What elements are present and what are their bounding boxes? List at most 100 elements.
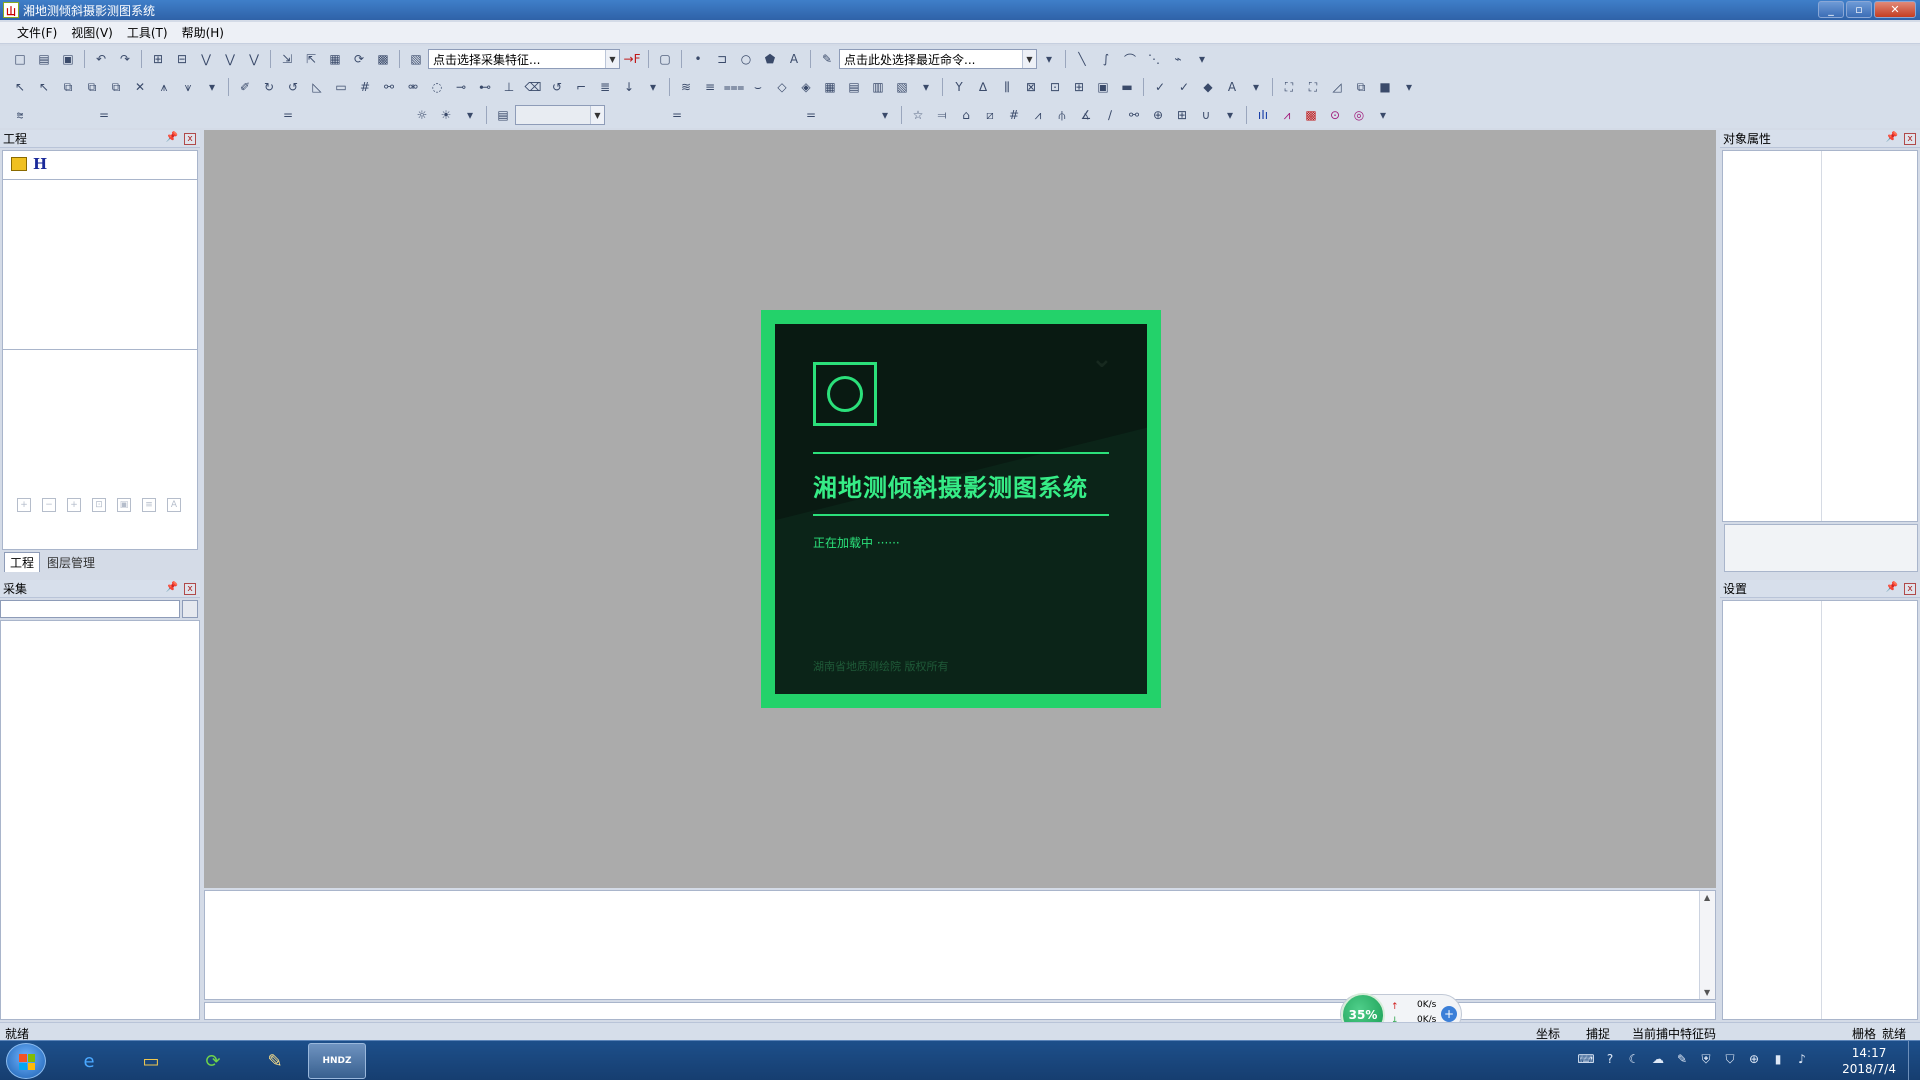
link-icon[interactable]: ⚯ [380,78,398,96]
circle-dot-icon[interactable]: ◌ [428,78,446,96]
point-icon[interactable]: • [689,50,707,68]
minimize-button[interactable]: _ [1818,1,1844,18]
bulb-off-icon[interactable]: ☀ [437,106,455,124]
quad-grid-icon[interactable]: ⊞ [1173,106,1191,124]
slash-icon[interactable]: ∕ [1101,106,1119,124]
chevron-down-icon[interactable]: ▼ [1022,50,1036,68]
tab-project[interactable]: 工程 [4,552,41,572]
unlink-icon[interactable]: ⚮ [404,78,422,96]
bar-chart-icon[interactable]: ▥ [869,78,887,96]
delta-icon[interactable]: ∆ [974,78,992,96]
rotate-icon[interactable]: ↻ [260,78,278,96]
apply-feature-icon[interactable]: →F [623,50,641,68]
diamond-icon[interactable]: ◇ [773,78,791,96]
tab-layer-manager[interactable]: 图层管理 [42,552,100,572]
select-arrow-icon[interactable]: ↖ [11,78,29,96]
dotted-line-icon[interactable]: ⋱ [1145,50,1163,68]
fill-icon[interactable]: ◆ [1199,78,1217,96]
redo-icon[interactable]: ↷ [116,50,134,68]
feature-select-icon[interactable]: ▧ [407,50,425,68]
equals-icon[interactable]: = [668,106,686,124]
chevron-down-icon[interactable]: ▼ [590,106,604,124]
close-icon[interactable]: x [184,583,196,595]
undo-icon[interactable]: ↶ [92,50,110,68]
taskbar-hndz-app[interactable]: HNDZ [308,1043,366,1079]
close-button[interactable]: ✕ [1874,1,1916,18]
text-node-icon[interactable]: A [167,498,181,512]
globe-icon[interactable]: ⊕ [1149,106,1167,124]
maximize-button[interactable]: ▫ [1846,1,1872,18]
chart-trend-icon[interactable]: ⩘ [1278,106,1296,124]
vertex-edit-icon[interactable]: ⋁ [221,50,239,68]
screen-icon[interactable]: ▩ [374,50,392,68]
arc-icon[interactable]: ⌒ [1121,50,1139,68]
help-icon[interactable]: ? [1602,1051,1618,1067]
split-icon[interactable]: ⊸ [452,78,470,96]
check-line-icon[interactable]: ✓ [1151,78,1169,96]
equals-icon[interactable]: = [802,106,820,124]
vertex-icon[interactable]: ⋁ [197,50,215,68]
dropdown-icon[interactable]: ▾ [1247,78,1265,96]
dropdown-icon[interactable]: ▾ [203,78,221,96]
system-clock[interactable]: 14:17 2018/7/4 [1842,1045,1896,1077]
text-icon[interactable]: A [785,50,803,68]
frame-icon[interactable]: ▭ [332,78,350,96]
pin-icon[interactable]: 📌 [1886,132,1898,143]
circle-icon[interactable]: ○ [737,50,755,68]
fill-black-icon[interactable]: ■ [1376,78,1394,96]
dropdown-icon[interactable]: ▾ [1193,50,1211,68]
grid-icon[interactable]: ▦ [821,78,839,96]
add-node-icon[interactable]: + [17,498,31,512]
scroll-up-icon[interactable]: ▲ [1704,893,1710,902]
shield-icon[interactable]: ⛉ [1722,1051,1738,1067]
props-icon[interactable]: ▣ [117,498,131,512]
zoom-extent-icon[interactable]: ⛶ [1280,78,1298,96]
shield-red-icon[interactable]: ⛨ [1698,1051,1714,1067]
wave-icon[interactable]: ≋ [677,78,695,96]
arrow-down-icon[interactable]: ↓ [620,78,638,96]
dropdown-icon[interactable]: ▾ [461,106,479,124]
eraser-icon[interactable]: ⌫ [524,78,542,96]
chevron-down-icon[interactable]: ▼ [605,50,619,68]
refresh-icon[interactable]: ⟳ [350,50,368,68]
diamond-split-icon[interactable]: ◈ [797,78,815,96]
check-curve-icon[interactable]: ✓ [1175,78,1193,96]
contour-icon[interactable]: ⌣ [749,78,767,96]
close-icon[interactable]: x [1904,133,1916,145]
loop-icon[interactable]: ↺ [548,78,566,96]
hash-icon[interactable]: # [356,78,374,96]
command-output[interactable]: ▲ ▼ [204,890,1716,1000]
triangle-icon[interactable]: ◺ [308,78,326,96]
select-node-icon[interactable]: ↖ [35,78,53,96]
close-icon[interactable]: x [1904,583,1916,595]
dropdown-icon[interactable]: ▾ [876,106,894,124]
pin-icon[interactable]: 📌 [166,582,178,593]
u-shape-icon[interactable]: ∪ [1197,106,1215,124]
rotate-ccw-icon[interactable]: ↺ [284,78,302,96]
layout-icon[interactable]: ▧ [893,78,911,96]
text-angle-icon[interactable]: ∡ [1077,106,1095,124]
copy-icon[interactable]: ⧉ [59,78,77,96]
zoom-window-icon[interactable]: ⛶ [1304,78,1322,96]
collect-search-button[interactable] [182,600,198,618]
mirror-icon[interactable]: ⩚ [155,78,173,96]
dropdown-icon[interactable]: ▾ [917,78,935,96]
curve-icon[interactable]: ∫ [1097,50,1115,68]
window-copy-icon[interactable]: ⧉ [1352,78,1370,96]
expand-icon[interactable]: + [67,498,81,512]
pin-icon[interactable]: 📌 [166,132,178,143]
duplicate-icon[interactable]: ⧉ [107,78,125,96]
slope-icon[interactable]: ⩘ [1029,106,1047,124]
hash-icon[interactable]: # [1005,106,1023,124]
image-icon[interactable]: ▦ [326,50,344,68]
offset-icon[interactable]: ⩶ [724,78,745,96]
moon-icon[interactable]: ☾ [1626,1051,1642,1067]
crosshair-grid-icon[interactable]: ⊞ [1070,78,1088,96]
menu-file[interactable]: 文件(F) [10,24,64,41]
y-branch-icon[interactable]: Y [950,78,968,96]
dropdown-icon[interactable]: ▾ [1374,106,1392,124]
taskbar-ie[interactable]: e [60,1043,118,1079]
layer-up-icon[interactable]: ⊞ [149,50,167,68]
frame-text-icon[interactable]: ▣ [1094,78,1112,96]
project-root-node[interactable]: H [11,155,47,173]
